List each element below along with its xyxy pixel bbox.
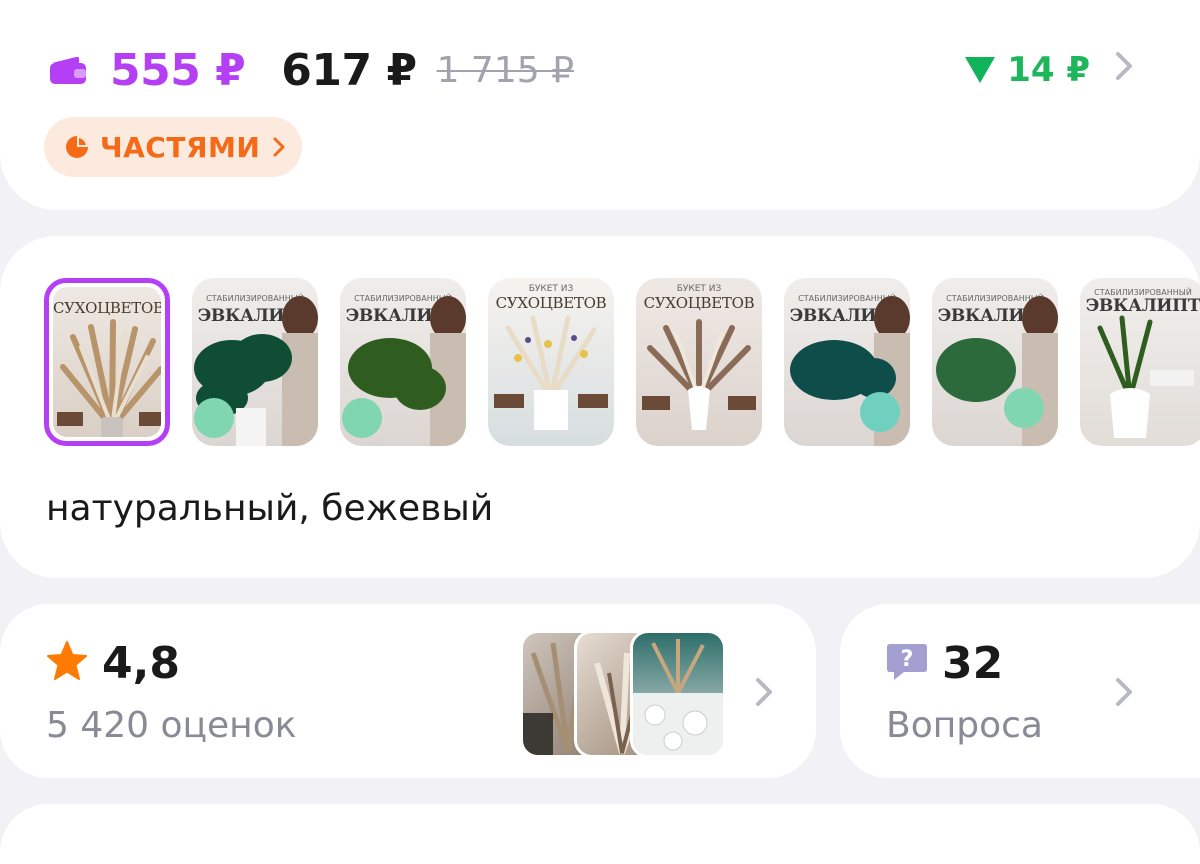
question-bubble-icon: ? xyxy=(887,644,927,680)
variant-thumbnail[interactable]: СУХОЦВЕТОВ xyxy=(44,278,170,446)
chevron-right-icon[interactable] xyxy=(1104,46,1144,86)
questions-label: Вопроса xyxy=(886,705,1043,746)
questions-count: 32 xyxy=(942,638,1004,689)
pampas-image xyxy=(57,319,161,437)
installments-label: ЧАСТЯМИ xyxy=(100,130,261,164)
next-section-card xyxy=(0,804,1200,864)
variant-thumbnail[interactable]: БУКЕТ ИЗ СУХОЦВЕТОВ xyxy=(636,278,762,446)
card-price: 555 ₽ xyxy=(110,44,246,96)
installments-button[interactable]: ЧАСТЯМИ xyxy=(44,117,302,177)
eucalyptus-image xyxy=(1097,315,1194,438)
chevron-right-icon[interactable] xyxy=(1104,672,1144,712)
variant-thumbnail[interactable]: СТАБИЛИЗИРОВАННЫЙ ЭВКАЛИПТ xyxy=(192,278,318,446)
variant-thumbnail[interactable]: БУКЕТ ИЗ СУХОЦВЕТОВ xyxy=(488,278,614,446)
old-price: 1 715 ₽ xyxy=(436,49,574,91)
rating-value: 4,8 xyxy=(102,638,180,689)
rating-count: 5 420 оценок xyxy=(46,705,297,746)
thumbnail-title: СУХОЦВЕТОВ xyxy=(53,299,161,317)
eucalyptus-image xyxy=(790,296,910,446)
table-setting-photo-image xyxy=(633,639,723,755)
questions-card[interactable] xyxy=(840,604,1200,778)
pie-chart-icon xyxy=(66,136,88,158)
variant-thumbnail[interactable]: СТАБИЛИЗИРОВАННЫЙ ЭВКАЛИПТ xyxy=(784,278,910,446)
price-row[interactable]: 555 ₽ 617 ₽ 1 715 ₽ xyxy=(48,45,574,96)
selected-variant-name: натуральный, бежевый xyxy=(46,488,494,529)
regular-price: 617 ₽ xyxy=(281,44,417,96)
price-card xyxy=(0,0,1200,210)
chevron-right-icon xyxy=(273,137,285,157)
arrow-down-icon xyxy=(965,57,996,83)
eucalyptus-image xyxy=(342,296,466,446)
pampas-image xyxy=(642,319,756,430)
variant-thumbnail[interactable]: СТАБИЛИЗИРОВАННЫЙ ЭВКАЛИПТ xyxy=(1080,278,1200,446)
svg-text:?: ? xyxy=(901,647,914,672)
price-drop[interactable]: 14 ₽ xyxy=(965,50,1090,90)
price-drop-value: 14 ₽ xyxy=(1007,50,1090,90)
wallet-icon xyxy=(50,56,86,84)
bouquet-image xyxy=(494,315,608,430)
chevron-right-icon[interactable] xyxy=(744,672,784,712)
eucalyptus-image xyxy=(194,296,318,446)
variant-thumbnail[interactable]: СТАБИЛИЗИРОВАННЫЙ ЭВКАЛИПТ xyxy=(340,278,466,446)
review-photo[interactable] xyxy=(630,630,726,758)
star-icon xyxy=(47,641,87,680)
variant-thumbnail[interactable]: СТАБИЛИЗИРОВАННЫЙ ЭВКАЛИПТ xyxy=(932,278,1058,446)
eucalyptus-image xyxy=(936,296,1058,446)
